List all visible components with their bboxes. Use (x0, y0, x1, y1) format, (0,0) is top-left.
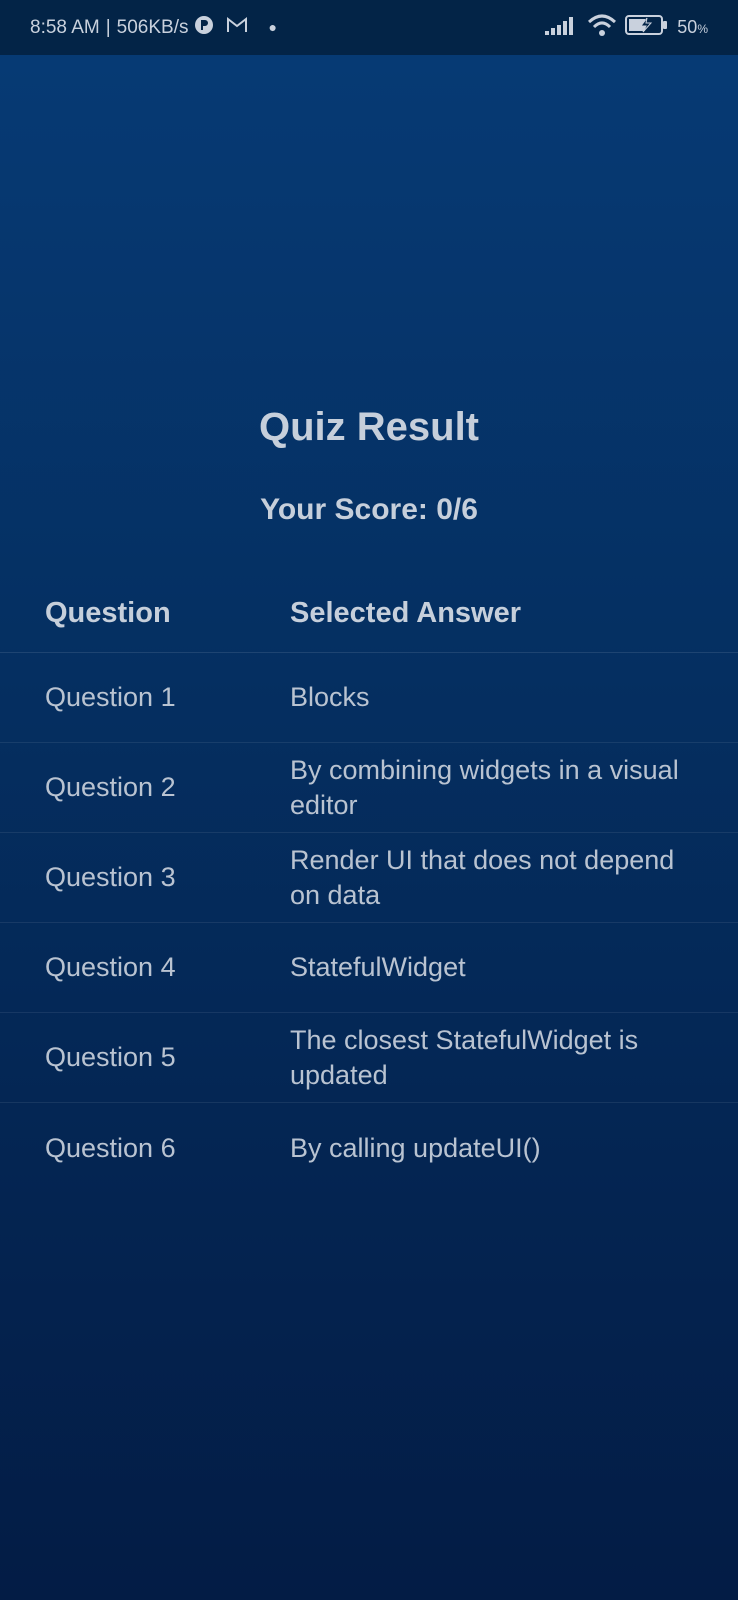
question-cell: Question 4 (45, 952, 176, 982)
status-left: 8:58 AM | 506KB/s ● (30, 15, 277, 41)
status-separator: | (105, 16, 111, 38)
question-cell: Question 3 (45, 862, 176, 892)
question-cell: Question 2 (45, 772, 176, 802)
table-row: Question 6 By calling updateUI() (0, 1103, 738, 1193)
question-cell: Question 5 (45, 1042, 176, 1072)
status-right: 50% (545, 14, 708, 42)
table-row: Question 5 The closest StatefulWidget is… (0, 1013, 738, 1103)
score-text: Your Score: 0/6 (260, 493, 478, 526)
table-row: Question 2 By combining widgets in a vis… (0, 743, 738, 833)
app-circle-icon (194, 15, 214, 41)
status-time: 8:58 AM (30, 16, 100, 38)
table-row: Question 1 Blocks (0, 653, 738, 743)
results-table: Question Selected Answer Question 1 Bloc… (0, 575, 738, 1193)
answer-cell: Blocks (290, 682, 370, 712)
question-cell: Question 1 (45, 682, 176, 712)
wifi-icon (587, 14, 617, 42)
table-header: Question Selected Answer (0, 575, 738, 653)
signal-icon (545, 15, 579, 41)
answer-cell: StatefulWidget (290, 952, 466, 982)
dot-icon: ● (268, 18, 277, 35)
answer-cell: The closest StatefulWidget is updated (290, 1024, 639, 1090)
gmail-icon (226, 16, 248, 40)
status-network-speed: 506KB/s (116, 16, 189, 38)
answer-cell: Render UI that does not depend on data (290, 844, 675, 910)
question-cell: Question 6 (45, 1132, 176, 1163)
battery-level: 50% (677, 17, 708, 37)
status-bar: 8:58 AM | 506KB/s ● 50% (0, 0, 738, 55)
table-row: Question 4 StatefulWidget (0, 923, 738, 1013)
header-selected-answer: Selected Answer (290, 597, 522, 629)
header-question: Question (45, 597, 171, 629)
table-row: Question 3 Render UI that does not depen… (0, 833, 738, 923)
page-title: Quiz Result (258, 405, 480, 449)
answer-cell: By combining widgets in a visual editor (290, 754, 679, 820)
battery-charging-icon (625, 14, 669, 42)
answer-cell: By calling updateUI() (290, 1132, 541, 1163)
quiz-result-screen: Quiz Result Your Score: 0/6 Question Sel… (0, 55, 738, 1600)
